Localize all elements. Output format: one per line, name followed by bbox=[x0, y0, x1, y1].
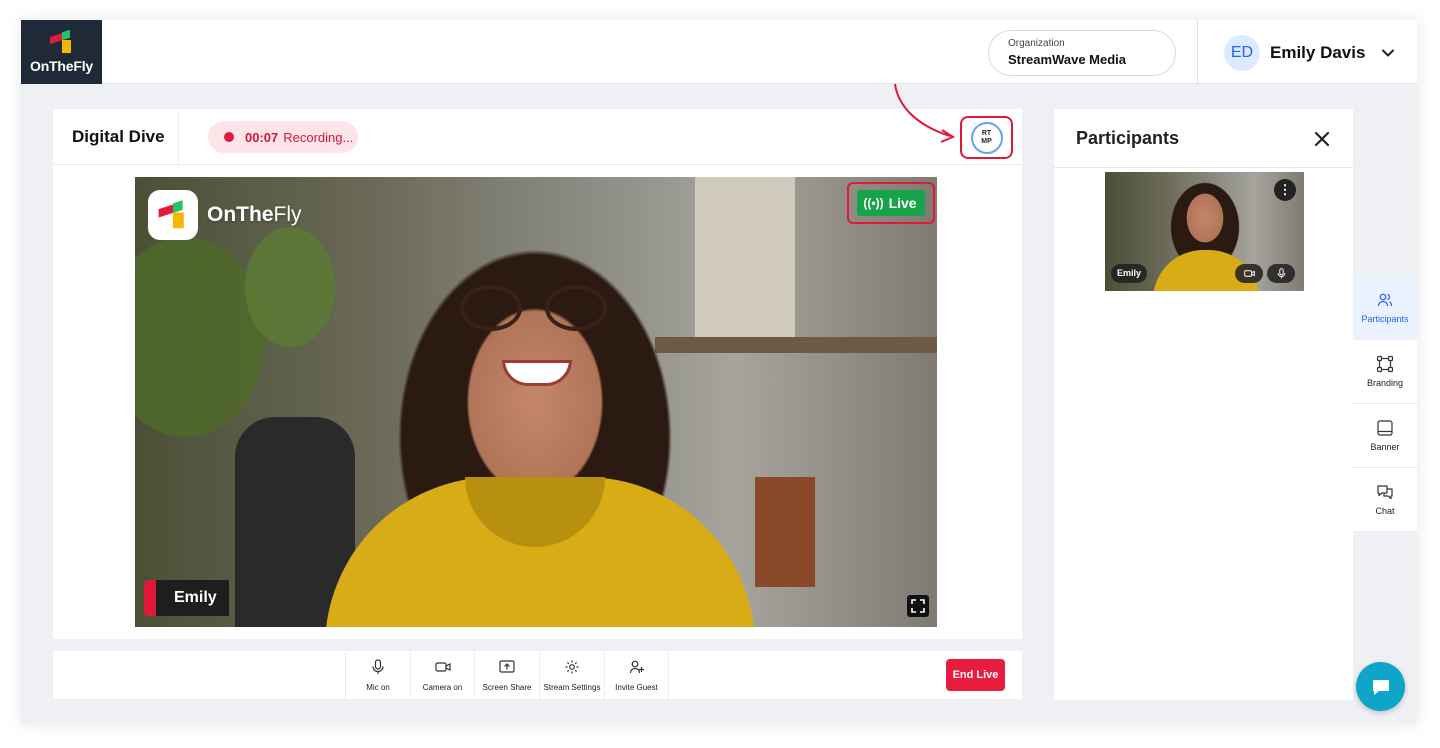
end-live-button[interactable]: End Live bbox=[946, 659, 1005, 691]
chat-icon bbox=[1377, 485, 1393, 500]
more-options-icon[interactable]: ⋮ bbox=[1274, 179, 1296, 201]
live-highlight: ((•)) Live bbox=[847, 182, 935, 224]
organization-name: StreamWave Media bbox=[1008, 52, 1127, 67]
screen-share-button[interactable]: Screen Share bbox=[474, 651, 539, 699]
recording-indicator: 00:07 Recording... bbox=[208, 121, 358, 153]
invite-guest-button[interactable]: Invite Guest bbox=[604, 651, 669, 699]
rtmp-highlight: RTMP bbox=[960, 116, 1013, 159]
rail-item-branding[interactable]: Branding bbox=[1353, 340, 1417, 404]
stream-settings-button[interactable]: Stream Settings bbox=[539, 651, 604, 699]
participants-panel-title: Participants bbox=[1076, 128, 1180, 148]
participants-panel-header: Participants bbox=[1054, 109, 1353, 168]
stream-settings-label: Stream Settings bbox=[543, 682, 601, 692]
mic-button[interactable]: Mic on bbox=[345, 651, 410, 699]
camera-button[interactable]: Camera on bbox=[410, 651, 474, 699]
participant-camera-icon[interactable] bbox=[1235, 264, 1263, 283]
rail-item-chat[interactable]: Chat bbox=[1353, 468, 1417, 532]
rail-label-chat: Chat bbox=[1375, 506, 1395, 516]
video-logo-mark-icon bbox=[148, 190, 198, 240]
branding-icon bbox=[1376, 355, 1394, 373]
app-window: OnTheFly Organization StreamWave Media E… bbox=[21, 20, 1417, 724]
rail-item-participants[interactable]: Participants bbox=[1353, 276, 1417, 340]
user-menu[interactable]: ED Emily Davis bbox=[1224, 35, 1397, 71]
camera-label: Camera on bbox=[422, 682, 463, 692]
recording-dot-icon bbox=[224, 132, 234, 142]
stage-card: Digital Dive 00:07 Recording... RTMP OnT… bbox=[53, 109, 1022, 639]
live-label: Live bbox=[888, 195, 917, 211]
participant-mic-icon[interactable] bbox=[1267, 264, 1295, 283]
speaker-name-tag: Emily bbox=[144, 580, 229, 616]
side-rail: Participants Branding Banner Chat bbox=[1353, 276, 1417, 532]
close-icon[interactable] bbox=[1312, 129, 1332, 149]
top-bar: OnTheFly Organization StreamWave Media E… bbox=[21, 20, 1417, 84]
chevron-down-icon[interactable] bbox=[1379, 44, 1397, 62]
brand-logo[interactable]: OnTheFly bbox=[21, 20, 102, 84]
rail-label-banner: Banner bbox=[1370, 442, 1400, 452]
chat-bubble-icon bbox=[1372, 679, 1389, 695]
control-bar: Mic on Camera on Screen Share Stream Set… bbox=[53, 651, 1022, 699]
fullscreen-icon[interactable] bbox=[907, 595, 929, 617]
brand-logo-mark-icon bbox=[49, 29, 74, 53]
video-branding-logo: OnTheFly bbox=[148, 190, 302, 240]
broadcast-icon: ((•)) bbox=[863, 196, 884, 210]
stage-header-divider bbox=[178, 109, 179, 165]
participants-panel: Participants ⋮ Emily bbox=[1054, 109, 1353, 700]
live-badge: ((•)) Live bbox=[857, 190, 925, 216]
recording-time: 00:07 bbox=[245, 129, 279, 145]
gear-icon bbox=[565, 660, 579, 673]
recording-label: Recording... bbox=[283, 129, 354, 145]
stage-title: Digital Dive bbox=[72, 127, 165, 146]
topbar-divider bbox=[1197, 20, 1198, 84]
rail-label-branding: Branding bbox=[1366, 378, 1404, 388]
participants-icon bbox=[1377, 293, 1393, 307]
organization-selector[interactable]: Organization StreamWave Media bbox=[988, 30, 1176, 76]
participant-name: Emily bbox=[1111, 264, 1148, 283]
stage-header: Digital Dive 00:07 Recording... RTMP bbox=[53, 109, 1022, 165]
rtmp-button[interactable]: RTMP bbox=[970, 121, 1003, 154]
avatar: ED bbox=[1224, 35, 1260, 71]
organization-label: Organization bbox=[1008, 38, 1065, 49]
participant-tile[interactable]: ⋮ Emily bbox=[1105, 172, 1304, 291]
rail-item-banner[interactable]: Banner bbox=[1353, 404, 1417, 468]
mic-label: Mic on bbox=[366, 682, 390, 692]
rail-label-participants: Participants bbox=[1361, 314, 1409, 324]
main-video: OnTheFly ((•)) Live Emily bbox=[135, 177, 937, 627]
support-chat-button[interactable] bbox=[1356, 662, 1405, 711]
invite-guest-label: Invite Guest bbox=[615, 682, 658, 692]
screen-share-icon bbox=[499, 659, 515, 673]
screen-share-label: Screen Share bbox=[482, 682, 532, 692]
banner-icon bbox=[1377, 420, 1393, 436]
user-name: Emily Davis bbox=[1270, 43, 1366, 62]
video-logo-text: OnTheFly bbox=[207, 203, 302, 226]
camera-icon bbox=[434, 661, 451, 672]
add-user-icon bbox=[629, 660, 644, 673]
mic-icon bbox=[372, 658, 384, 674]
brand-name: OnTheFly bbox=[30, 57, 93, 74]
